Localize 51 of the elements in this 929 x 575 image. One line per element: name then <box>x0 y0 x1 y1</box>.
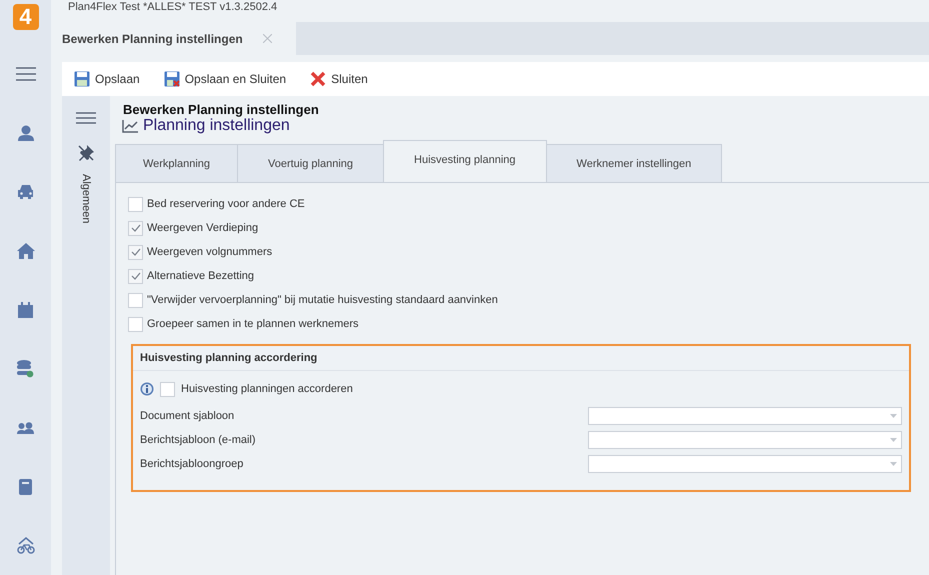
book-icon[interactable] <box>18 478 33 495</box>
home-icon[interactable] <box>16 243 34 260</box>
checkbox-label: Weergeven Verdieping <box>147 222 258 234</box>
field-label: Berichtsjabloongroep <box>140 458 244 470</box>
menu-icon[interactable] <box>76 112 96 124</box>
save-button[interactable]: Opslaan <box>74 69 148 89</box>
person-icon[interactable] <box>18 125 34 142</box>
checkbox-label: Groepeer samen in te plannen werknemers <box>147 318 359 330</box>
pin-icon[interactable] <box>77 144 95 162</box>
dropdown-arrow-icon <box>890 462 897 466</box>
page-heading: Bewerken Planning instellingen <box>123 102 320 117</box>
page-subtitle: Planning instellingen <box>143 117 290 135</box>
tab[interactable]: Voertuig planning <box>237 144 384 182</box>
dropdown-arrow-icon <box>890 438 897 442</box>
dropdown-field[interactable] <box>588 407 902 425</box>
side-tab[interactable]: Algemeen <box>80 174 92 224</box>
field-label: Berichtsjabloon (e-mail) <box>140 434 256 446</box>
checkbox[interactable] <box>128 316 143 332</box>
checkbox-label: "Verwijder vervoerplanning" bij mutatie huisvesting standaard aanvinken <box>147 294 498 306</box>
bicycle-house-icon[interactable] <box>16 537 34 554</box>
close-button[interactable]: Sluiten <box>310 69 376 89</box>
checkbox[interactable] <box>128 268 143 284</box>
checkbox-label: Alternatieve Bezetting <box>147 270 254 282</box>
menu-icon[interactable] <box>14 66 36 82</box>
window-title: Plan4Flex Test *ALLES* TEST v1.3.2502.4 <box>68 1 278 13</box>
check-mark-icon <box>130 272 140 280</box>
checkbox[interactable] <box>160 382 175 396</box>
field-label: Document sjabloon <box>140 410 234 422</box>
checkbox[interactable] <box>128 292 143 308</box>
database-icon[interactable] <box>17 360 34 378</box>
car-icon[interactable] <box>16 184 34 200</box>
save-close-button[interactable]: Opslaan en Sluiten <box>164 69 294 89</box>
tab[interactable]: Werkplanning <box>115 144 238 182</box>
close-icon <box>310 71 326 87</box>
checkbox[interactable] <box>128 220 143 236</box>
checkbox[interactable] <box>128 196 143 212</box>
dropdown-field[interactable] <box>588 455 902 473</box>
calendar-icon[interactable] <box>18 302 33 318</box>
checkbox-label: Bed reservering voor andere CE <box>147 198 305 210</box>
info-icon <box>140 382 154 396</box>
check-mark-icon <box>130 224 140 232</box>
floppy-disk-cross-icon <box>164 71 180 87</box>
checkbox-label: Weergeven volgnummers <box>147 246 272 258</box>
chart-icon <box>122 120 138 132</box>
tab[interactable]: Werknemer instellingen <box>546 144 722 182</box>
checkbox-label: Huisvesting planningen accorderen <box>181 383 353 395</box>
dropdown-arrow-icon <box>890 414 897 418</box>
dropdown-field[interactable] <box>588 431 902 449</box>
check-mark-icon <box>130 248 140 256</box>
people-icon[interactable] <box>17 422 34 434</box>
checkbox[interactable] <box>128 244 143 260</box>
